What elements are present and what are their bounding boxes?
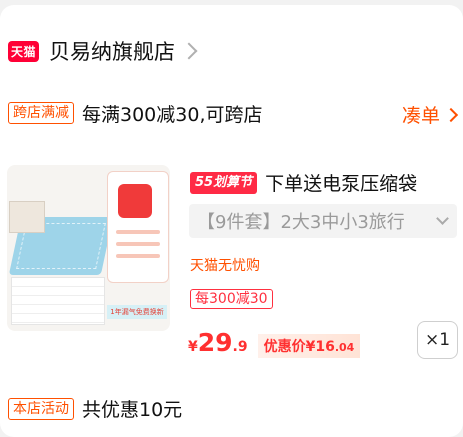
- size-table: [11, 277, 105, 325]
- service-label: 天猫无忧购: [190, 258, 260, 274]
- product-title-row[interactable]: 55划算节 下单送电泵压缩袋: [190, 169, 417, 196]
- price-currency: ¥: [188, 339, 198, 355]
- sku-text: 【9件套】2大3中小3旅行: [197, 212, 405, 233]
- product-image[interactable]: 1年漏气免费换新: [7, 165, 170, 331]
- coupon-price-decimal: .04: [334, 341, 355, 354]
- pump-icon: [118, 184, 152, 218]
- coupon-price-label: 优惠价: [263, 339, 306, 355]
- promo-row: 跨店满减 每满300减30,可跨店 凑单: [8, 97, 459, 129]
- product-title[interactable]: 下单送电泵压缩袋: [265, 169, 417, 196]
- tmall-logo-icon: 天猫: [8, 40, 39, 62]
- product-photo-box: [9, 201, 45, 233]
- store-activity-text: 共优惠10元: [82, 399, 183, 421]
- store-activity-tag: 本店活动: [8, 397, 74, 420]
- coudan-label: 凑单: [401, 105, 440, 127]
- shop-name[interactable]: 贝易纳旗舰店: [49, 36, 175, 66]
- chevron-right-icon: [180, 42, 198, 60]
- product-feature-panel: [107, 171, 169, 283]
- chevron-right-icon: [443, 107, 459, 122]
- coupon-price: 优惠价¥16.04: [257, 334, 361, 358]
- shop-header[interactable]: 天猫 贝易纳旗舰店: [8, 33, 198, 69]
- price-integer: 29: [197, 328, 233, 357]
- chevron-down-icon: [436, 212, 449, 225]
- promo-text: 每满300减30,可跨店: [82, 103, 263, 126]
- price-row: ¥ 29 .9 优惠价¥16.04: [188, 328, 361, 358]
- coudan-button[interactable]: 凑单: [401, 101, 459, 128]
- price-decimal: .9: [232, 339, 248, 355]
- sku-selector[interactable]: 【9件套】2大3中小3旅行: [189, 204, 457, 238]
- cross-store-tag: 跨店满减: [8, 102, 74, 124]
- coupon-price-currency: ¥: [305, 339, 316, 355]
- quantity-button[interactable]: ×1: [417, 321, 458, 359]
- coupon-tag: 每300减30: [190, 289, 273, 309]
- festival-badge: 55划算节: [190, 171, 258, 194]
- store-activity-row: 本店活动 共优惠10元: [8, 395, 182, 422]
- image-banner: 1年漏气免费换新: [107, 305, 167, 319]
- order-card: 天猫 贝易纳旗舰店 跨店满减 每满300减30,可跨店 凑单 1年漏气免费换新 …: [0, 5, 463, 437]
- coupon-price-integer: 16: [315, 339, 335, 355]
